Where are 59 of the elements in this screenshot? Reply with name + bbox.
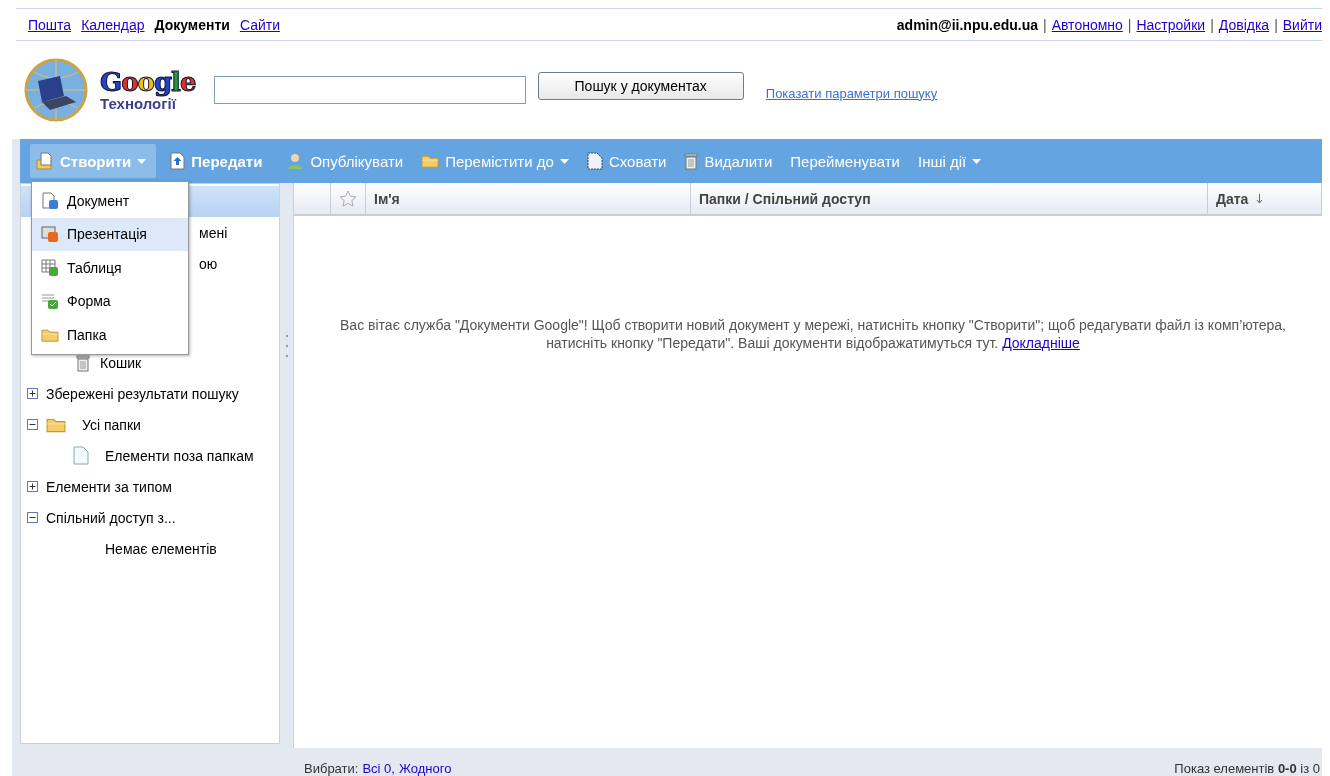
tree-item[interactable]: Елементи поза папкам (105, 447, 254, 464)
account-link[interactable]: Довідка (1218, 16, 1270, 33)
tree-item[interactable]: Спільний доступ з... (46, 509, 176, 526)
nav-link[interactable]: Пошта (28, 16, 72, 33)
globe-laptop-logo (24, 57, 88, 123)
resize-grip-icon (284, 332, 289, 359)
account-link[interactable]: Вийти (1282, 16, 1322, 33)
item-count: Показ елементів 0-0 із 0 (1174, 761, 1320, 776)
tree-item[interactable]: Збережені результати пошуку (46, 385, 239, 402)
separator: | (1210, 16, 1214, 33)
upload-icon (170, 152, 186, 170)
nav-link[interactable]: Календар (81, 16, 145, 33)
separator: | (1043, 16, 1047, 33)
sidebar-item[interactable]: Кошик (100, 354, 142, 371)
form-icon (41, 292, 59, 311)
separator: | (1127, 16, 1132, 33)
page-icon (586, 152, 603, 170)
select-label: Вибрати: (304, 761, 359, 776)
tree-item[interactable]: Усі папки (82, 416, 141, 433)
folder-icon (41, 327, 59, 342)
trash-icon (684, 152, 699, 170)
collapse-icon[interactable] (27, 512, 38, 523)
select-link[interactable]: Жодного (398, 761, 452, 776)
menu-item[interactable]: Таблиця (32, 251, 188, 285)
logo-wordmark: Google (100, 68, 196, 95)
column-header[interactable]: Дата (1208, 183, 1322, 214)
presentation-icon (41, 225, 59, 244)
document-icon (41, 191, 59, 210)
expand-icon[interactable] (27, 388, 38, 399)
tree-item[interactable]: Елементи за типом (46, 478, 172, 495)
account-link[interactable]: Настройки (1136, 16, 1206, 33)
spreadsheet-icon (41, 258, 59, 277)
search-button[interactable]: Пошук у документах (537, 72, 744, 100)
expand-icon[interactable] (27, 481, 38, 492)
account-link[interactable]: Автономно (1051, 16, 1123, 33)
search-options-link[interactable]: Показати параметри пошуку (765, 85, 938, 101)
collapse-icon[interactable] (27, 419, 38, 430)
document-icon (36, 152, 54, 170)
search-field[interactable] (213, 76, 526, 104)
menu-item[interactable]: Папка (32, 318, 188, 352)
separator: | (1274, 16, 1278, 33)
nav-link[interactable]: Документи (154, 16, 230, 33)
sort-arrow-icon (1256, 193, 1264, 204)
menu-item[interactable]: Форма (32, 284, 188, 318)
menu-item[interactable]: Презентація (32, 217, 188, 251)
account-email: admin@ii.npu.edu.ua (896, 16, 1038, 33)
nav-link[interactable]: Сайти (239, 16, 280, 33)
star-icon[interactable] (339, 189, 357, 208)
welcome-message: Вас вітає служба "Документи Google"! Щоб створити новий документ у мережі, натисніть кнопку "Створити"; щоб редагувати файл із комп’ютера, натисніть кнопку "Передати". Ваші документи відображатимуться тут. Докладніше (339, 316, 1287, 352)
page-icon (73, 446, 89, 465)
empty-note: Немає елементів (105, 540, 217, 557)
column-header[interactable]: Ім'я (366, 183, 691, 214)
select-link[interactable]: Всі 0, (362, 761, 395, 776)
menu-item[interactable]: Документ (32, 184, 188, 218)
folder-icon (421, 153, 440, 169)
learn-more-link[interactable]: Докладніше (1002, 335, 1080, 351)
person-icon (286, 152, 305, 170)
column-header[interactable]: Папки / Спільний доступ (691, 183, 1208, 214)
folder-icon (46, 416, 66, 433)
